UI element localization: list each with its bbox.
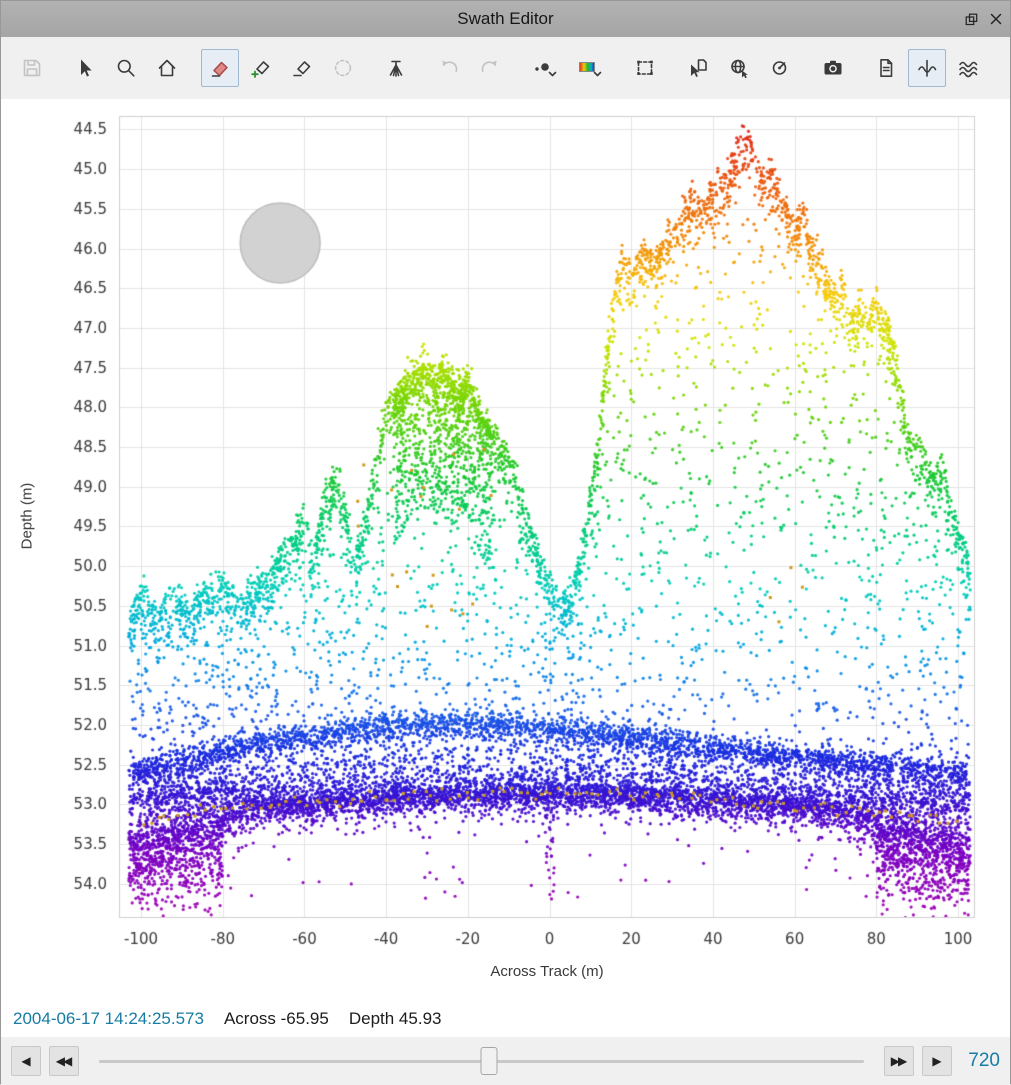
titlebar[interactable]: Swath Editor: [1, 1, 1010, 37]
dashed-circle-icon: [332, 57, 354, 79]
report-page-icon: [875, 57, 897, 79]
status-across: Across -65.95: [224, 1009, 329, 1029]
swath-plot-panel: Depth (m) Across Track (m): [1, 99, 1010, 1001]
beam-fan-icon: [385, 57, 407, 79]
timeline-slider-handle[interactable]: [481, 1047, 498, 1075]
pick-info-button[interactable]: [679, 49, 717, 87]
home-view-button[interactable]: [148, 49, 186, 87]
colormap-dropdown[interactable]: [569, 49, 611, 87]
selection-rect-icon: [634, 57, 656, 79]
select-rectangle-button[interactable]: [626, 49, 664, 87]
window-controls: [965, 1, 1002, 37]
transport-bar: ◀ ◀◀ ▶▶ ▶ 720: [1, 1037, 1010, 1085]
timeline-slider[interactable]: [99, 1046, 864, 1076]
fast-back-button[interactable]: ◀◀: [49, 1046, 79, 1076]
globe-pick-icon: [728, 57, 750, 79]
ping-count: 720: [964, 1050, 1000, 1072]
bearing-pick-icon: [769, 57, 791, 79]
erase-reject-tool-button[interactable]: [283, 49, 321, 87]
profile-view-button[interactable]: [908, 49, 946, 87]
home-icon: [156, 57, 178, 79]
multi-swath-icon: [957, 57, 979, 79]
zoom-tool-button[interactable]: [107, 49, 145, 87]
brush-circle-tool-button[interactable]: [324, 49, 362, 87]
eraser-icon: [209, 57, 231, 79]
status-bar: 2004-06-17 14:24:25.573 Across -65.95 De…: [1, 1001, 1010, 1037]
step-back-button[interactable]: ◀: [11, 1046, 41, 1076]
float-icon: [965, 13, 978, 26]
redo-button[interactable]: [471, 49, 509, 87]
point-size-icon: [532, 57, 558, 79]
eraser-reject-icon: [291, 57, 313, 79]
snapshot-button[interactable]: [814, 49, 852, 87]
undo-button[interactable]: [430, 49, 468, 87]
pick-info-icon: [687, 57, 709, 79]
swath-editor-window: Swath Editor: [0, 0, 1011, 1084]
cursor-tool-button[interactable]: [66, 49, 104, 87]
float-button[interactable]: [965, 13, 978, 26]
pick-globe-button[interactable]: [720, 49, 758, 87]
save-button[interactable]: [13, 49, 51, 87]
point-size-dropdown[interactable]: [524, 49, 566, 87]
report-button[interactable]: [867, 49, 905, 87]
save-icon: [21, 57, 43, 79]
camera-icon: [822, 57, 844, 79]
close-button[interactable]: [990, 13, 1002, 25]
colormap-icon: [577, 57, 603, 79]
toolbar: [1, 37, 1010, 99]
status-depth: Depth 45.93: [349, 1009, 442, 1029]
step-forward-button[interactable]: ▶: [922, 1046, 952, 1076]
undo-icon: [438, 57, 460, 79]
swath-profile-icon: [916, 57, 938, 79]
fast-forward-button[interactable]: ▶▶: [884, 1046, 914, 1076]
erase-tool-button[interactable]: [201, 49, 239, 87]
beam-filter-button[interactable]: [377, 49, 415, 87]
cursor-icon: [74, 57, 96, 79]
multi-profile-button[interactable]: [949, 49, 987, 87]
scatter-plot-canvas[interactable]: [1, 99, 1011, 1001]
eraser-add-icon: [250, 57, 272, 79]
erase-add-tool-button[interactable]: [242, 49, 280, 87]
window-title: Swath Editor: [457, 9, 553, 29]
pick-bearing-button[interactable]: [761, 49, 799, 87]
magnifier-icon: [115, 57, 137, 79]
redo-icon: [479, 57, 501, 79]
close-icon: [990, 13, 1002, 25]
status-timestamp: 2004-06-17 14:24:25.573: [13, 1009, 204, 1029]
x-axis-title: Across Track (m): [490, 963, 603, 980]
y-axis-title: Depth (m): [19, 483, 36, 550]
toolbar-expand-button[interactable]: [1002, 49, 1011, 87]
